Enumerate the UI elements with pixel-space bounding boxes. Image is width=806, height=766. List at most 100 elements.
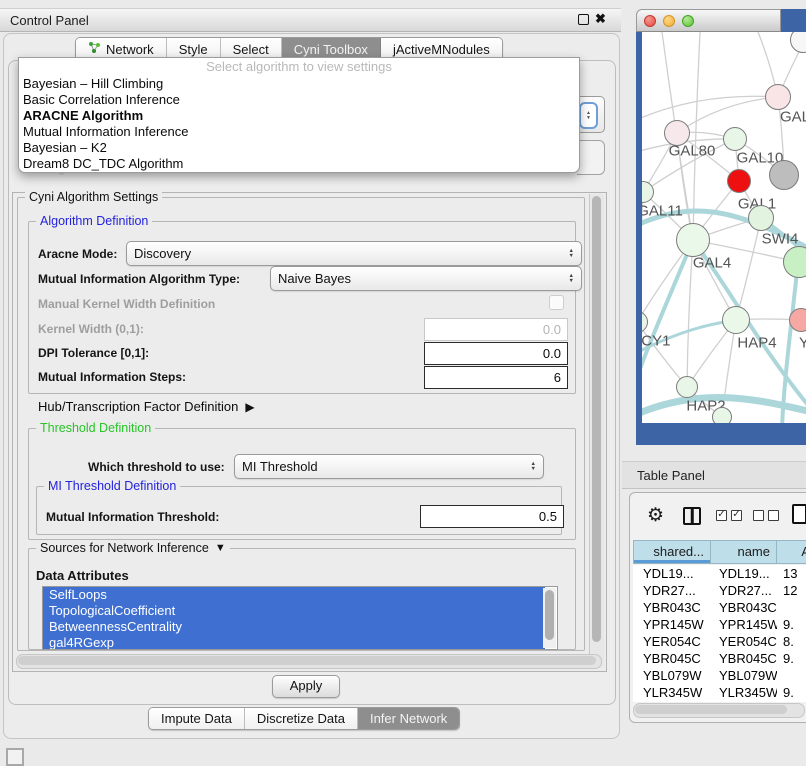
data-attribute-item[interactable]: SelfLoops xyxy=(43,587,545,603)
network-node-gal10[interactable] xyxy=(723,127,747,151)
scrollbar-thumb[interactable] xyxy=(545,590,554,640)
settings-horizontal-scrollbar[interactable] xyxy=(16,654,602,669)
node-label: GCY1 xyxy=(642,333,670,350)
table-cell: YBR045C xyxy=(711,650,777,667)
data-attribute-item[interactable]: gal4RGexp xyxy=(43,635,545,650)
float-window-icon[interactable] xyxy=(578,14,589,25)
table-row[interactable]: YDR27...YDR27...12 xyxy=(633,582,806,599)
algorithm-option[interactable]: Bayesian – K2 xyxy=(19,140,579,156)
scrollbar-thumb[interactable] xyxy=(592,196,601,642)
network-node-hap4[interactable] xyxy=(722,306,750,334)
manual-kernel-width-checkbox[interactable] xyxy=(549,295,564,310)
algorithm-option[interactable]: Mutual Information Inference xyxy=(19,124,579,140)
hide-columns-icon[interactable] xyxy=(753,510,779,521)
mi-threshold-field[interactable]: 0.5 xyxy=(420,505,564,528)
combo-value: MI Threshold xyxy=(242,459,318,474)
settings-vertical-scrollbar[interactable] xyxy=(589,194,604,668)
checked-box-icon: ✓ xyxy=(731,510,742,521)
data-attribute-item[interactable]: TopologicalCoefficient xyxy=(43,603,545,619)
tab-discretize-data[interactable]: Discretize Data xyxy=(245,708,358,729)
table-cell: YIL052C xyxy=(633,701,711,702)
window-frame-corner xyxy=(781,9,806,33)
table-row[interactable]: YER054CYER054C8. xyxy=(633,633,806,650)
column-header-2[interactable]: name xyxy=(711,540,777,564)
tab-impute-data[interactable]: Impute Data xyxy=(149,708,245,729)
algorithm-option[interactable]: Bayesian – Hill Climbing xyxy=(19,76,579,92)
dpi-tolerance-label: DPI Tolerance [0,1]: xyxy=(38,346,149,360)
network-node-hap2[interactable] xyxy=(676,376,698,398)
aracne-mode-combo[interactable]: Discovery ▲▼ xyxy=(126,241,582,266)
zoom-button[interactable] xyxy=(682,15,694,27)
table-cell: YLR345W xyxy=(633,684,711,701)
control-panel-title: Control Panel xyxy=(10,13,89,28)
table-panel-titlebar: Table Panel xyxy=(622,461,806,489)
hub-definition-expander[interactable]: Hub/Transcription Factor Definition ▶ xyxy=(38,399,255,414)
scrollbar-thumb[interactable] xyxy=(18,656,596,665)
sources-expander[interactable]: Sources for Network Inference ▼ xyxy=(36,541,230,555)
table-row[interactable]: YBL079WYBL079W xyxy=(633,667,806,684)
table-row[interactable]: YDL19...YDL19...13 xyxy=(633,565,806,582)
scrollbar-thumb[interactable] xyxy=(635,705,787,714)
network-node[interactable] xyxy=(712,407,732,423)
network-node-swi4[interactable] xyxy=(748,205,774,231)
table-cell: YPR145W xyxy=(633,616,711,633)
table-row[interactable]: YBR043CYBR043C xyxy=(633,599,806,616)
table-cell: YBR043C xyxy=(633,599,711,616)
cyni-mode-tabs: Impute DataDiscretize DataInfer Network xyxy=(148,707,460,730)
tab-infer-network[interactable]: Infer Network xyxy=(358,708,459,729)
table-horizontal-scrollbar[interactable] xyxy=(633,703,805,718)
data-attribute-item[interactable]: BetweennessCentrality xyxy=(43,619,545,635)
node-label: GAL11 xyxy=(642,203,683,220)
network-node[interactable] xyxy=(769,160,799,190)
mi-steps-field[interactable]: 6 xyxy=(424,366,568,389)
algorithm-option[interactable]: Basic Correlation Inference xyxy=(19,92,579,108)
table-row[interactable]: YLR345WYLR345W9. xyxy=(633,684,806,701)
group-title: Cyni Algorithm Settings xyxy=(25,190,162,204)
group-title: MI Threshold Definition xyxy=(44,479,180,493)
tab-label: jActiveMNodules xyxy=(393,42,490,57)
list-vertical-scrollbar[interactable] xyxy=(543,588,556,648)
data-attributes-list[interactable]: SelfLoopsTopologicalCoefficientBetweenne… xyxy=(42,586,558,650)
show-checked-columns-icon[interactable]: ✓ ✓ xyxy=(716,510,742,521)
new-table-icon[interactable] xyxy=(792,504,806,524)
kernel-width-field[interactable]: 0.0 xyxy=(424,318,568,341)
mi-algorithm-type-label: Mutual Information Algorithm Type: xyxy=(38,272,240,286)
table-cell: YDR27... xyxy=(711,582,777,599)
network-node-y[interactable] xyxy=(789,308,806,332)
algorithm-select-popup: Select algorithm to view settings Bayesi… xyxy=(18,57,580,173)
table-row[interactable]: YIL052CYIL052C0. xyxy=(633,701,806,702)
data-attributes-label: Data Attributes xyxy=(36,568,129,583)
column-header-3[interactable]: A xyxy=(777,540,806,564)
columns-icon[interactable] xyxy=(683,507,701,525)
combo-arrows-icon: ▲▼ xyxy=(569,274,574,284)
manual-kernel-width-label: Manual Kernel Width Definition xyxy=(38,297,215,311)
network-view-canvas[interactable]: GALGAL80GAL10GAL1GAL11SWI4GAL4GCY1HAP4YH… xyxy=(642,32,806,423)
close-window-icon[interactable]: ✖ xyxy=(595,11,606,27)
table-cell xyxy=(777,599,806,616)
control-panel-titlebar: Control Panel ✖ xyxy=(0,8,621,32)
close-button[interactable] xyxy=(644,15,656,27)
network-node-gal4[interactable] xyxy=(676,223,710,257)
column-header-1[interactable]: shared... xyxy=(633,540,711,564)
combo-value: Discovery xyxy=(134,246,191,261)
node-label: HAP4 xyxy=(737,335,776,352)
network-node-gal1[interactable] xyxy=(727,169,751,193)
table-cell: YER054C xyxy=(711,633,777,650)
which-threshold-combo[interactable]: MI Threshold ▲▼ xyxy=(234,454,544,479)
table-row[interactable]: YPR145WYPR145W9. xyxy=(633,616,806,633)
which-threshold-label: Which threshold to use: xyxy=(88,460,225,474)
table-cell: YBR045C xyxy=(633,650,711,667)
tab-label: Select xyxy=(233,42,269,57)
dpi-tolerance-field[interactable]: 0.0 xyxy=(424,342,568,365)
inference-algorithm-combo-fragment[interactable]: ▲▼ xyxy=(577,96,605,133)
gear-icon[interactable]: ⚙ xyxy=(647,506,664,525)
algorithm-option[interactable]: ARACNE Algorithm xyxy=(19,108,579,124)
table-row[interactable]: YBR045CYBR045C9. xyxy=(633,650,806,667)
algorithm-option[interactable]: Dream8 DC_TDC Algorithm xyxy=(19,156,579,172)
minimize-button[interactable] xyxy=(663,15,675,27)
collapsed-panel-icon[interactable] xyxy=(6,748,24,766)
table-cell: 9. xyxy=(777,650,806,667)
apply-button[interactable]: Apply xyxy=(272,675,340,698)
network-node-gal[interactable] xyxy=(765,84,791,110)
mi-algorithm-type-combo[interactable]: Naive Bayes ▲▼ xyxy=(270,266,582,291)
